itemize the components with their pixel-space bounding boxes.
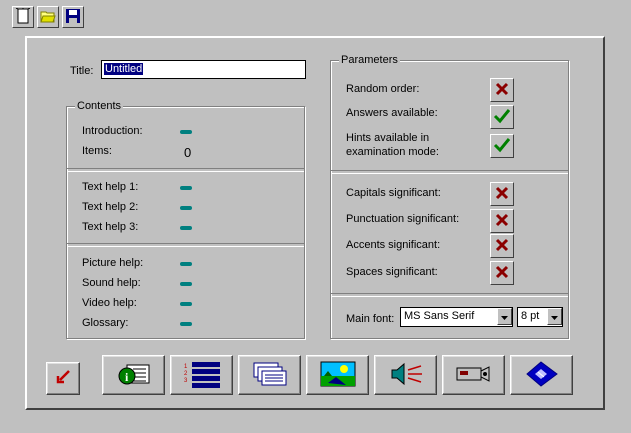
video-button[interactable] [442, 355, 505, 395]
main-font-label: Main font: [346, 313, 395, 325]
svg-text:3: 3 [184, 378, 188, 384]
random-order-label: Random order: [346, 83, 420, 95]
punctuation-significant-toggle[interactable] [490, 209, 514, 233]
glossary-book-icon [525, 360, 559, 391]
glossary-indicator[interactable] [180, 322, 192, 326]
accents-significant-label: Accents significant: [346, 239, 441, 251]
hints-label-line1: Hints available in [346, 132, 430, 144]
text-help-2-indicator[interactable] [180, 206, 192, 210]
random-order-toggle[interactable] [490, 78, 514, 102]
cross-icon [494, 237, 510, 256]
sound-speaker-icon [388, 362, 424, 389]
save-button[interactable] [62, 6, 84, 28]
toolbar [10, 4, 94, 30]
capitals-significant-toggle[interactable] [490, 182, 514, 206]
pointer-arrow-icon [54, 368, 72, 389]
parameters-separator-2 [331, 293, 568, 297]
numbered-list-icon: 123 [182, 360, 222, 391]
introduction-label: Introduction: [82, 125, 143, 137]
answers-available-label: Answers available: [346, 107, 438, 119]
text-help-2-label: Text help 2: [82, 201, 139, 213]
spaces-significant-label: Spaces significant: [346, 266, 438, 278]
new-document-icon [15, 6, 31, 27]
text-help-1-label: Text help 1: [82, 181, 139, 193]
video-camera-icon [455, 363, 493, 388]
info-text-icon: i [117, 362, 151, 389]
picture-button[interactable] [306, 355, 369, 395]
open-folder-icon [40, 8, 56, 27]
capitals-significant-label: Capitals significant: [346, 187, 441, 199]
hints-available-toggle[interactable] [490, 134, 514, 158]
title-label: Title: [70, 65, 94, 77]
save-disk-icon [65, 8, 81, 27]
sound-button[interactable] [374, 355, 437, 395]
text-cards-button[interactable] [238, 355, 301, 395]
punctuation-significant-label: Punctuation significant: [346, 213, 460, 225]
text-help-3-label: Text help 3: [82, 221, 139, 233]
check-icon [493, 137, 511, 156]
new-document-button[interactable] [12, 6, 34, 28]
cross-icon [494, 185, 510, 204]
introduction-indicator[interactable] [180, 130, 192, 134]
video-help-label: Video help: [82, 297, 137, 309]
main-font-value: MS Sans Serif [404, 310, 475, 322]
video-help-indicator[interactable] [180, 302, 192, 306]
main-font-dropdown-button[interactable] [497, 308, 512, 325]
spaces-significant-toggle[interactable] [490, 261, 514, 285]
chevron-down-icon [501, 311, 508, 323]
font-size-dropdown-button[interactable] [547, 308, 562, 325]
numbered-list-button[interactable]: 123 [170, 355, 233, 395]
answers-available-toggle[interactable] [490, 105, 514, 129]
sound-help-label: Sound help: [82, 277, 141, 289]
cross-icon [494, 212, 510, 231]
picture-help-label: Picture help: [82, 257, 144, 269]
svg-text:2: 2 [184, 371, 188, 377]
text-cards-icon [252, 361, 288, 390]
check-icon [493, 108, 511, 127]
contents-separator-2 [67, 243, 304, 247]
items-label: Items: [82, 145, 112, 157]
glossary-button[interactable] [510, 355, 573, 395]
info-text-button[interactable]: i [102, 355, 165, 395]
contents-legend: Contents [75, 100, 124, 112]
sound-help-indicator[interactable] [180, 282, 192, 286]
text-help-3-indicator[interactable] [180, 226, 192, 230]
accents-significant-toggle[interactable] [490, 234, 514, 258]
parameters-legend: Parameters [339, 54, 400, 66]
picture-icon [320, 361, 356, 390]
glossary-label: Glossary: [82, 317, 129, 329]
pointer-button[interactable] [46, 362, 80, 395]
contents-separator-1 [67, 168, 304, 172]
items-count: 0 [184, 145, 192, 160]
font-size-value: 8 pt [521, 310, 540, 322]
picture-help-indicator[interactable] [180, 262, 192, 266]
parameters-group [330, 60, 569, 339]
chevron-down-icon [551, 311, 558, 323]
svg-text:1: 1 [184, 364, 188, 370]
text-help-1-indicator[interactable] [180, 186, 192, 190]
open-folder-button[interactable] [37, 6, 59, 28]
cross-icon [494, 264, 510, 283]
cross-icon [494, 81, 510, 100]
title-selection: Untitled [104, 63, 144, 75]
hints-label-line2: examination mode: [346, 146, 439, 158]
parameters-separator-1 [331, 170, 568, 174]
